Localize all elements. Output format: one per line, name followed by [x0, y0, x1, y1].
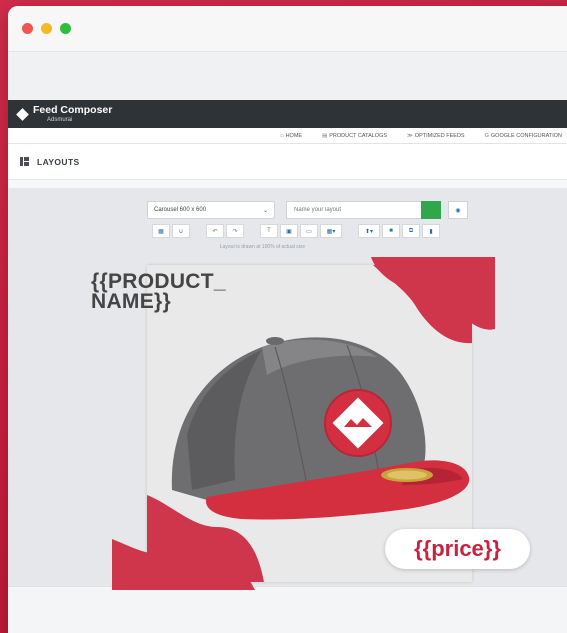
- layout-size-select[interactable]: Carousel 600 x 600 ⌄: [147, 201, 275, 219]
- chevron-down-icon: ⌄: [262, 207, 268, 214]
- nav-home[interactable]: ⌂ HOME: [280, 133, 302, 139]
- brand-logo[interactable]: Feed Composer Adsmurai: [16, 104, 113, 123]
- nav-optimized-feeds-label: OPTIMIZED FEEDS: [414, 132, 465, 139]
- undo-icon[interactable]: ↶: [206, 224, 224, 238]
- editor-toolbar-tools: ▦ ∪ ↶ ↷ T ▣ ▭ ▦▾ ⬆▾ ■ ⧉ ▮: [152, 224, 456, 238]
- nav-home-label: HOME: [285, 132, 303, 139]
- save-layout-button[interactable]: [421, 201, 441, 219]
- product-name-line1: {{PRODUCT_: [91, 270, 226, 293]
- text-tool-icon[interactable]: T: [260, 224, 278, 238]
- product-name-placeholder[interactable]: {{PRODUCT_ NAME}}: [91, 270, 226, 313]
- window-titlebar: [8, 6, 567, 52]
- nav-google-configuration[interactable]: G GOOGLE CONFIGURATION: [485, 133, 562, 139]
- google-icon: G: [484, 132, 489, 139]
- editor-toolbar-top: Carousel 600 x 600 ⌄ ◉: [147, 201, 468, 219]
- header-spacer: [8, 180, 567, 188]
- price-placeholder[interactable]: {{price}}: [385, 529, 530, 569]
- close-window-dot[interactable]: [22, 23, 33, 34]
- brand-subtitle: Adsmurai: [47, 116, 73, 123]
- canvas-scale-hint: Layout is drawn at 100% of actual size: [219, 244, 306, 250]
- layout-name-group: ◉: [286, 201, 468, 219]
- preview-eye-icon[interactable]: ◉: [448, 201, 468, 219]
- layout-size-value: Carousel 600 x 600: [154, 207, 207, 213]
- decor-blob-bottom: [112, 539, 255, 590]
- footer-area: [8, 586, 567, 633]
- cart-icon: ▤: [322, 132, 328, 139]
- price-text: {{price}}: [414, 536, 501, 561]
- image-tool-icon[interactable]: ▣: [280, 224, 298, 238]
- redo-icon[interactable]: ↷: [226, 224, 244, 238]
- brand-diamond-icon: [16, 107, 29, 121]
- layout-editor: Carousel 600 x 600 ⌄ ◉ ▦ ∪ ↶ ↷ T ▣ ▭: [8, 188, 567, 586]
- feed-icon: ≫: [407, 132, 413, 139]
- decor-blob-top: [371, 257, 495, 330]
- minimize-window-dot[interactable]: [41, 23, 52, 34]
- app-header: Feed Composer Adsmurai: [8, 100, 567, 128]
- layout-icon: [20, 157, 29, 166]
- product-name-line2: NAME}}: [91, 290, 171, 313]
- magnet-icon[interactable]: ∪: [172, 224, 190, 238]
- page-title: LAYOUTS: [37, 156, 80, 167]
- delete-icon[interactable]: ▮: [422, 224, 440, 238]
- layout-name-input[interactable]: [286, 201, 421, 219]
- nav-optimized-feeds[interactable]: ≫ OPTIMIZED FEEDS: [407, 133, 465, 139]
- top-spacer: [8, 52, 567, 100]
- nav-product-catalogs[interactable]: ▤ PRODUCT CATALOGS: [322, 133, 387, 139]
- arrange-dropdown-icon[interactable]: ⬆▾: [358, 224, 380, 238]
- home-icon: ⌂: [280, 132, 284, 139]
- main-nav: ⌂ HOME ▤ PRODUCT CATALOGS ≫ OPTIMIZED FE…: [8, 128, 567, 144]
- maximize-window-dot[interactable]: [60, 23, 71, 34]
- nav-product-catalogs-label: PRODUCT CATALOGS: [329, 132, 388, 139]
- nav-google-configuration-label: GOOGLE CONFIGURATION: [490, 132, 562, 139]
- brand-name: Feed Composer: [33, 104, 113, 117]
- shapes-dropdown-icon[interactable]: ▦▾: [320, 224, 342, 238]
- lock-icon[interactable]: ■: [382, 224, 400, 238]
- media-tool-icon[interactable]: ▭: [300, 224, 318, 238]
- page-header: LAYOUTS: [8, 144, 567, 180]
- duplicate-icon[interactable]: ⧉: [402, 224, 420, 238]
- grid-icon[interactable]: ▦: [152, 224, 170, 238]
